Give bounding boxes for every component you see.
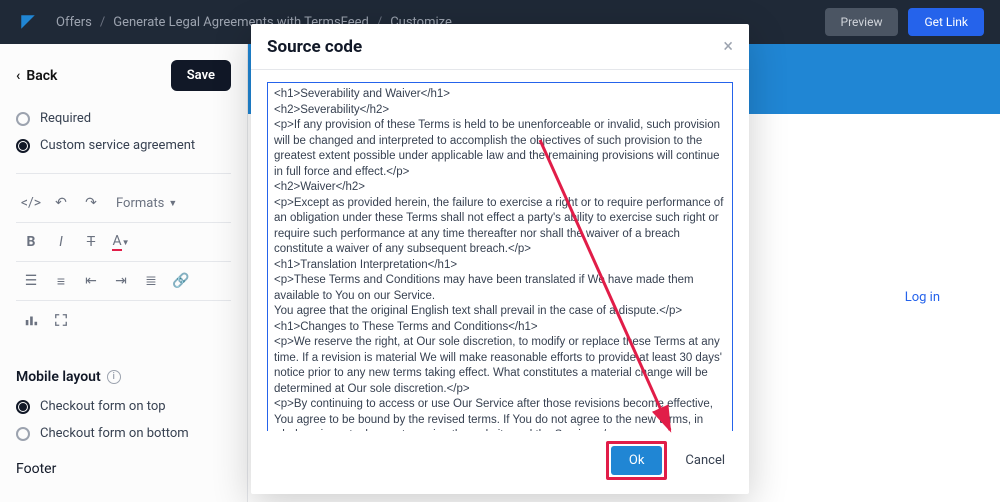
source-code-modal: Source code × Ok Cancel	[251, 24, 749, 494]
close-button[interactable]: ×	[723, 36, 733, 57]
modal-overlay: Source code × Ok Cancel	[0, 0, 1000, 502]
annotation-highlight: Ok	[606, 441, 668, 480]
source-code-textarea[interactable]	[267, 82, 733, 431]
modal-title: Source code	[267, 37, 362, 57]
ok-button[interactable]: Ok	[611, 446, 663, 475]
cancel-button[interactable]: Cancel	[677, 446, 733, 475]
close-icon: ×	[723, 36, 733, 57]
